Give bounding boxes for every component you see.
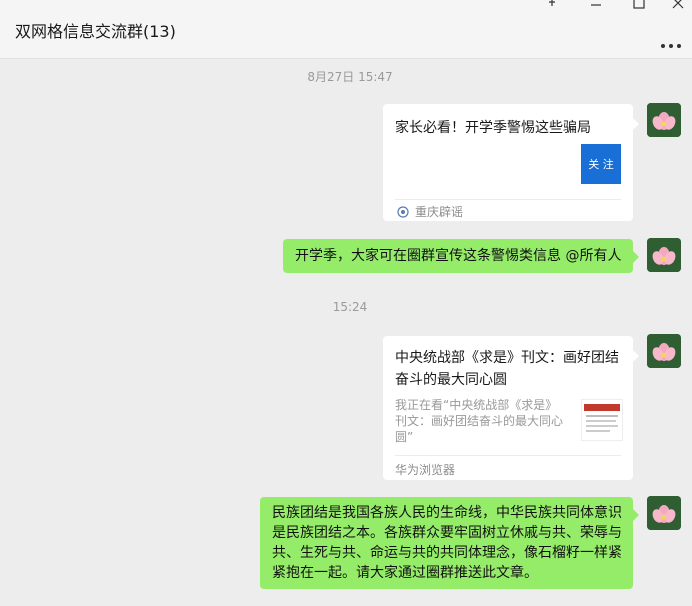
- pin-icon[interactable]: [538, 0, 566, 12]
- lotus-avatar[interactable]: [647, 238, 681, 272]
- lotus-avatar[interactable]: [647, 103, 681, 137]
- message-text-line: 是民族团结之本。各族群众要牢固树立休戚与共、荣辱与: [272, 525, 622, 541]
- card-source: 华为浏览器: [395, 463, 456, 477]
- message-text: 开学季，大家可在圈群宣传这条警惕类信息 @所有人: [295, 248, 622, 264]
- close-icon[interactable]: [664, 0, 692, 12]
- timestamp: 8月27日 15:47: [307, 70, 393, 84]
- card-title-line: 奋斗的最大同心圆: [395, 372, 507, 388]
- more-icon[interactable]: [660, 34, 682, 48]
- chat-title: 双网格信息交流群(13): [15, 22, 176, 41]
- card-source: 重庆辟谣: [415, 205, 464, 219]
- timestamp: 15:24: [332, 300, 368, 314]
- link-card[interactable]: 家长必看！开学季警惕这些骗局 关 注 重庆辟谣: [383, 104, 639, 221]
- divider: [395, 199, 621, 200]
- message-bubble[interactable]: 开学季，大家可在圈群宣传这条警惕类信息 @所有人: [283, 239, 639, 273]
- card-description-line: 圆”: [395, 430, 414, 444]
- card-title: 家长必看！开学季警惕这些骗局: [395, 120, 591, 136]
- maximize-icon[interactable]: [625, 0, 653, 12]
- link-card[interactable]: 中央统战部《求是》刊文：画好团结 奋斗的最大同心圆 我正在看“中央统战部《求是》…: [383, 336, 639, 480]
- lotus-avatar[interactable]: [647, 496, 681, 530]
- message-text-line: 共、生死与共、命运与共的共同体理念，像石榴籽一样紧: [272, 545, 622, 561]
- minimize-icon[interactable]: [582, 0, 610, 12]
- card-description-line: 刊文：画好团结奋斗的最大同心: [395, 414, 564, 428]
- card-title-line: 中央统战部《求是》刊文：画好团结: [395, 350, 619, 366]
- message-text-line: 紧抱在一起。请大家通过圈群推送此文章。: [272, 565, 538, 581]
- chat-header: 双网格信息交流群(13): [0, 0, 692, 59]
- message-text-line: 民族团结是我国各族人民的生命线，中华民族共同体意识: [272, 505, 622, 521]
- divider: [395, 455, 621, 456]
- card-thumbnail: [581, 399, 623, 441]
- card-description-line: 我正在看“中央统战部《求是》: [395, 398, 558, 412]
- card-thumbnail: 关 注: [581, 144, 621, 184]
- source-logo-icon: [397, 203, 409, 218]
- lotus-avatar[interactable]: [647, 334, 681, 368]
- message-bubble[interactable]: 民族团结是我国各族人民的生命线，中华民族共同体意识 是民族团结之本。各族群众要牢…: [260, 497, 639, 589]
